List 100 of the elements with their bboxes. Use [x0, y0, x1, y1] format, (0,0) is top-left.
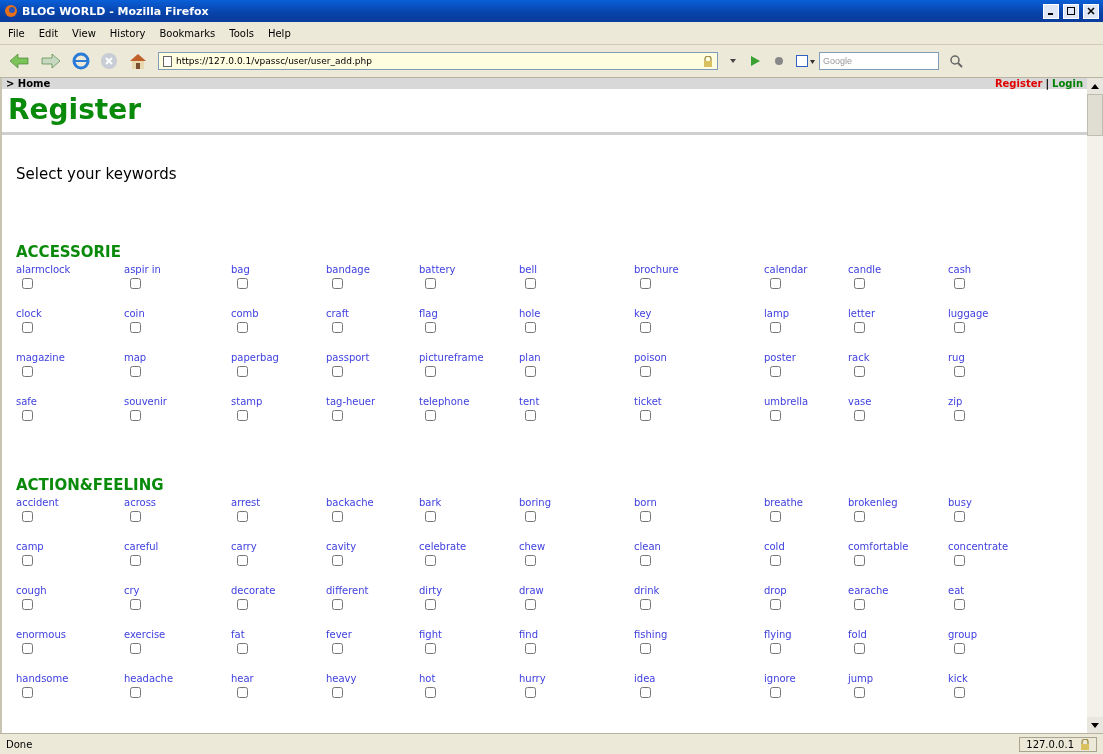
- keyword-checkbox[interactable]: [237, 555, 248, 566]
- keyword-checkbox[interactable]: [22, 511, 33, 522]
- keyword-checkbox[interactable]: [22, 322, 33, 333]
- keyword-checkbox[interactable]: [237, 410, 248, 421]
- keyword-checkbox[interactable]: [770, 322, 781, 333]
- scroll-down-icon[interactable]: [1091, 722, 1099, 728]
- keyword-checkbox[interactable]: [954, 278, 965, 289]
- keyword-checkbox[interactable]: [640, 643, 651, 654]
- keyword-checkbox[interactable]: [332, 687, 343, 698]
- keyword-checkbox[interactable]: [332, 410, 343, 421]
- menu-item[interactable]: Help: [267, 27, 291, 39]
- menu-item[interactable]: History: [109, 27, 146, 39]
- keyword-checkbox[interactable]: [425, 410, 436, 421]
- address-field[interactable]: https://127.0.0.1/vpassc/user/user_add.php: [158, 52, 718, 70]
- keyword-checkbox[interactable]: [525, 599, 536, 610]
- keyword-checkbox[interactable]: [425, 555, 436, 566]
- keyword-checkbox[interactable]: [332, 555, 343, 566]
- keyword-checkbox[interactable]: [770, 366, 781, 377]
- keyword-checkbox[interactable]: [525, 643, 536, 654]
- keyword-checkbox[interactable]: [770, 555, 781, 566]
- keyword-checkbox[interactable]: [332, 511, 343, 522]
- keyword-checkbox[interactable]: [22, 687, 33, 698]
- keyword-checkbox[interactable]: [332, 278, 343, 289]
- keyword-checkbox[interactable]: [640, 687, 651, 698]
- keyword-checkbox[interactable]: [237, 643, 248, 654]
- scrollbar[interactable]: [1087, 78, 1103, 733]
- keyword-checkbox[interactable]: [954, 511, 965, 522]
- keyword-checkbox[interactable]: [854, 366, 865, 377]
- keyword-checkbox[interactable]: [954, 643, 965, 654]
- keyword-checkbox[interactable]: [130, 322, 141, 333]
- keyword-checkbox[interactable]: [425, 366, 436, 377]
- keyword-checkbox[interactable]: [854, 599, 865, 610]
- keyword-checkbox[interactable]: [640, 410, 651, 421]
- keyword-checkbox[interactable]: [640, 599, 651, 610]
- keyword-checkbox[interactable]: [237, 366, 248, 377]
- keyword-checkbox[interactable]: [425, 599, 436, 610]
- keyword-checkbox[interactable]: [954, 322, 965, 333]
- keyword-checkbox[interactable]: [332, 366, 343, 377]
- keyword-checkbox[interactable]: [640, 555, 651, 566]
- keyword-checkbox[interactable]: [525, 366, 536, 377]
- keyword-checkbox[interactable]: [425, 511, 436, 522]
- keyword-checkbox[interactable]: [22, 555, 33, 566]
- keyword-checkbox[interactable]: [770, 687, 781, 698]
- keyword-checkbox[interactable]: [854, 410, 865, 421]
- keyword-checkbox[interactable]: [854, 322, 865, 333]
- keyword-checkbox[interactable]: [130, 511, 141, 522]
- keyword-checkbox[interactable]: [332, 643, 343, 654]
- keyword-checkbox[interactable]: [22, 278, 33, 289]
- menu-item[interactable]: File: [8, 27, 25, 39]
- keyword-checkbox[interactable]: [425, 278, 436, 289]
- keyword-checkbox[interactable]: [22, 366, 33, 377]
- keyword-checkbox[interactable]: [954, 599, 965, 610]
- keyword-checkbox[interactable]: [130, 687, 141, 698]
- keyword-checkbox[interactable]: [22, 643, 33, 654]
- keyword-checkbox[interactable]: [854, 278, 865, 289]
- keyword-checkbox[interactable]: [954, 687, 965, 698]
- menu-item[interactable]: Bookmarks: [159, 27, 216, 39]
- keyword-checkbox[interactable]: [130, 410, 141, 421]
- keyword-checkbox[interactable]: [130, 278, 141, 289]
- scroll-thumb[interactable]: [1087, 94, 1103, 136]
- keyword-checkbox[interactable]: [130, 643, 141, 654]
- keyword-checkbox[interactable]: [854, 687, 865, 698]
- keyword-checkbox[interactable]: [770, 511, 781, 522]
- keyword-checkbox[interactable]: [770, 643, 781, 654]
- keyword-checkbox[interactable]: [854, 555, 865, 566]
- keyword-checkbox[interactable]: [130, 599, 141, 610]
- menu-item[interactable]: Tools: [229, 27, 254, 39]
- keyword-checkbox[interactable]: [237, 599, 248, 610]
- keyword-checkbox[interactable]: [770, 410, 781, 421]
- keyword-checkbox[interactable]: [332, 599, 343, 610]
- back-icon[interactable]: [8, 52, 30, 70]
- keyword-checkbox[interactable]: [640, 278, 651, 289]
- keyword-checkbox[interactable]: [770, 599, 781, 610]
- keyword-checkbox[interactable]: [640, 511, 651, 522]
- keyword-checkbox[interactable]: [525, 687, 536, 698]
- keyword-checkbox[interactable]: [854, 511, 865, 522]
- keyword-checkbox[interactable]: [130, 555, 141, 566]
- keyword-checkbox[interactable]: [525, 555, 536, 566]
- keyword-checkbox[interactable]: [425, 322, 436, 333]
- close-button[interactable]: [1083, 3, 1099, 19]
- keyword-checkbox[interactable]: [22, 599, 33, 610]
- go-icon[interactable]: [748, 54, 762, 68]
- keyword-checkbox[interactable]: [237, 278, 248, 289]
- reload-icon[interactable]: [72, 52, 90, 70]
- keyword-checkbox[interactable]: [770, 278, 781, 289]
- keyword-checkbox[interactable]: [237, 322, 248, 333]
- search-icon[interactable]: [949, 54, 963, 68]
- keyword-checkbox[interactable]: [954, 366, 965, 377]
- maximize-button[interactable]: [1063, 3, 1079, 19]
- keyword-checkbox[interactable]: [22, 410, 33, 421]
- account-link[interactable]: Login: [1052, 78, 1083, 89]
- keyword-checkbox[interactable]: [425, 687, 436, 698]
- menu-item[interactable]: View: [72, 27, 96, 39]
- scroll-up-icon[interactable]: [1091, 83, 1099, 89]
- keyword-checkbox[interactable]: [237, 511, 248, 522]
- search-field[interactable]: Google: [819, 52, 939, 70]
- menu-item[interactable]: Edit: [38, 27, 59, 39]
- keyword-checkbox[interactable]: [525, 278, 536, 289]
- keyword-checkbox[interactable]: [237, 687, 248, 698]
- keyword-checkbox[interactable]: [640, 322, 651, 333]
